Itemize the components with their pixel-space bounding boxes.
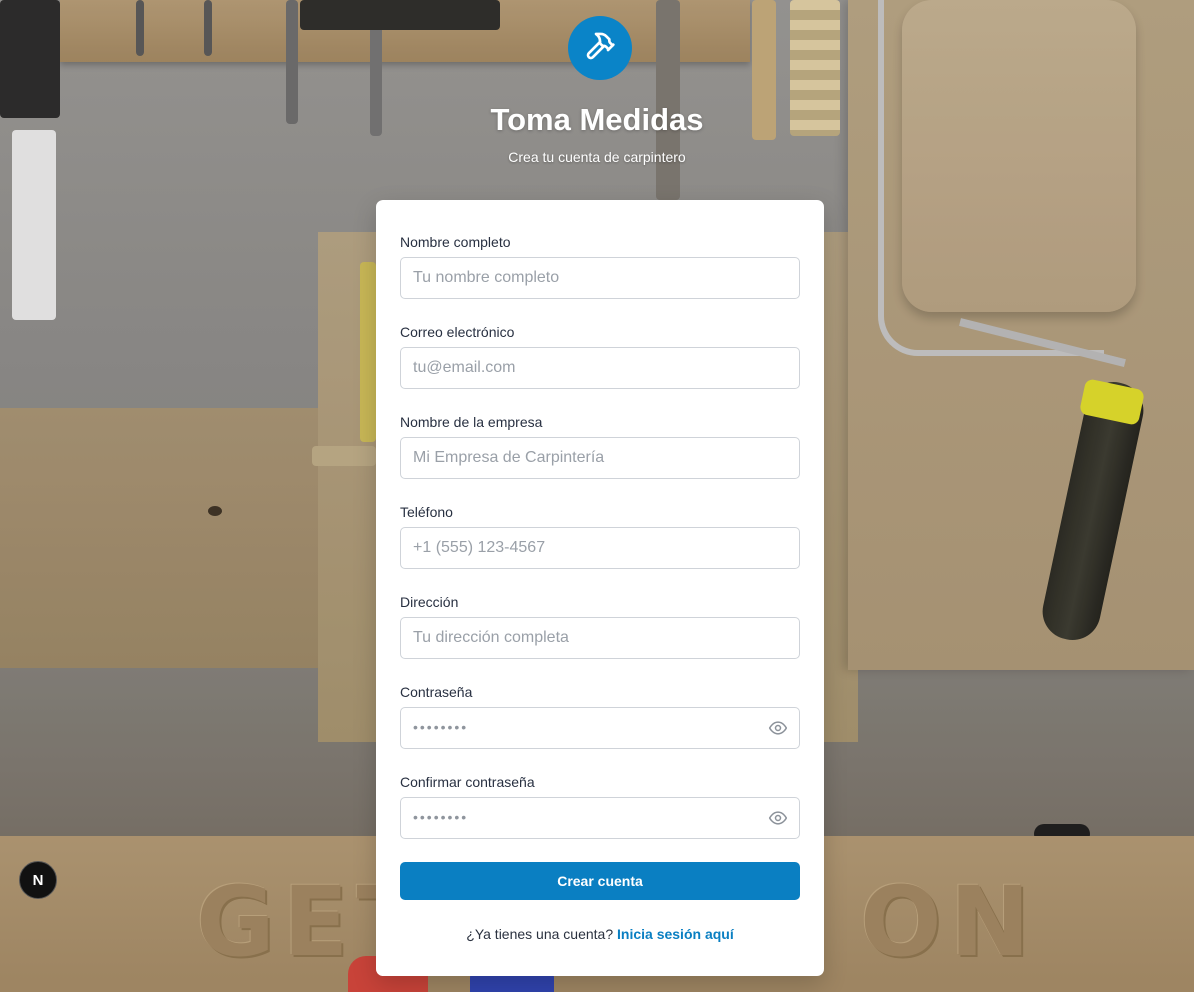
full-name-wrapper xyxy=(400,257,800,299)
address-input[interactable] xyxy=(401,618,799,658)
signup-page: GET ON Toma Medidas Crea tu cuenta de ca… xyxy=(0,0,1194,992)
login-prompt-text: ¿Ya tienes una cuenta? xyxy=(466,926,614,942)
app-logo xyxy=(568,16,632,80)
address-wrapper xyxy=(400,617,800,659)
field-address: Dirección xyxy=(400,594,800,659)
confirm-password-input[interactable] xyxy=(401,798,799,838)
confirm-password-wrapper xyxy=(400,797,800,839)
hammer-icon xyxy=(584,30,616,67)
phone-input[interactable] xyxy=(401,528,799,568)
field-company: Nombre de la empresa xyxy=(400,414,800,479)
login-prompt: ¿Ya tienes una cuenta? Inicia sesión aqu… xyxy=(376,926,824,942)
field-full-name: Nombre completo xyxy=(400,234,800,299)
field-confirm-password: Confirmar contraseña xyxy=(400,774,800,839)
password-wrapper xyxy=(400,707,800,749)
field-password: Contraseña xyxy=(400,684,800,749)
create-account-button[interactable]: Crear cuenta xyxy=(400,862,800,900)
full-name-input[interactable] xyxy=(401,258,799,298)
signup-form: Nombre completo Correo electrónico Nombr… xyxy=(376,200,824,976)
eye-icon[interactable] xyxy=(767,808,789,828)
company-label: Nombre de la empresa xyxy=(400,414,543,430)
eye-icon[interactable] xyxy=(767,718,789,738)
password-label: Contraseña xyxy=(400,684,473,700)
company-wrapper xyxy=(400,437,800,479)
field-email: Correo electrónico xyxy=(400,324,800,389)
password-input[interactable] xyxy=(401,708,799,748)
nextjs-dev-badge[interactable]: N xyxy=(19,861,57,899)
confirm-password-label: Confirmar contraseña xyxy=(400,774,535,790)
email-input[interactable] xyxy=(401,348,799,388)
login-link[interactable]: Inicia sesión aquí xyxy=(617,926,734,942)
email-wrapper xyxy=(400,347,800,389)
phone-wrapper xyxy=(400,527,800,569)
page-title: Toma Medidas xyxy=(490,102,704,137)
full-name-label: Nombre completo xyxy=(400,234,511,250)
field-phone: Teléfono xyxy=(400,504,800,569)
company-input[interactable] xyxy=(401,438,799,478)
email-label: Correo electrónico xyxy=(400,324,515,340)
address-label: Dirección xyxy=(400,594,459,610)
page-subtitle: Crea tu cuenta de carpintero xyxy=(508,149,686,165)
phone-label: Teléfono xyxy=(400,504,453,520)
